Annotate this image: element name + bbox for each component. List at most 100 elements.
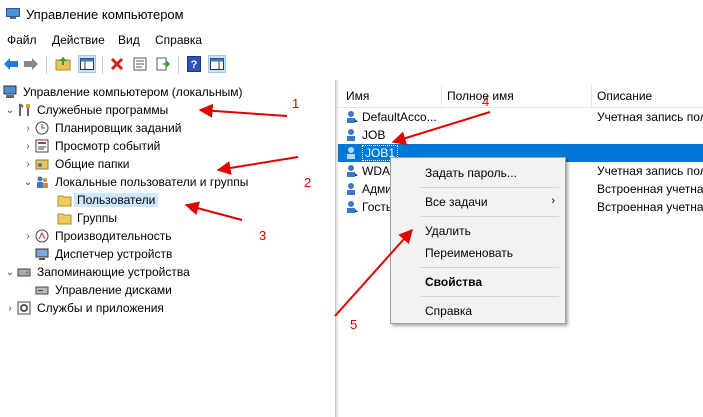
services-icon [16, 300, 32, 316]
user-name: WDA [362, 164, 390, 178]
device-manager-icon [34, 246, 50, 262]
title-bar: Управление компьютером [0, 0, 703, 30]
chevron-down-icon[interactable]: ⌄ [4, 267, 16, 278]
window-title: Управление компьютером [26, 7, 184, 22]
computer-management-icon [6, 8, 20, 19]
show-hide-tree-icon[interactable] [78, 55, 96, 73]
list-item[interactable]: JOB [338, 126, 703, 144]
clock-icon [34, 120, 50, 136]
user-name: JOB [362, 128, 386, 142]
chevron-down-icon[interactable]: ⌄ [4, 105, 16, 116]
user-icon [347, 111, 358, 123]
column-divider[interactable] [441, 85, 442, 107]
tree-item-device-manager[interactable]: Диспетчер устройств [34, 245, 172, 263]
menu-item-label: Переименовать [425, 246, 513, 260]
column-full-name[interactable]: Полное имя [447, 89, 514, 103]
menu-item-help[interactable]: Справка [391, 300, 565, 322]
menu-item-set-password[interactable]: Задать пароль... [391, 162, 565, 184]
chevron-right-icon[interactable]: › [22, 159, 34, 170]
user-icon [347, 201, 358, 213]
tree-item-groups[interactable]: Группы [56, 209, 117, 227]
user-description: Учетная запись пол [597, 164, 703, 178]
column-description[interactable]: Описание [597, 89, 652, 103]
menu-view[interactable]: Вид [118, 33, 140, 47]
properties-icon[interactable] [131, 55, 149, 73]
tree-item-system-tools[interactable]: ⌄ Служебные программы [4, 101, 168, 119]
toolbar-separator [178, 56, 179, 74]
menu-item-all-tasks[interactable]: Все задачи › [391, 191, 565, 213]
user-name: Адми [362, 182, 392, 196]
tree-item-performance[interactable]: › Производительность [22, 227, 171, 245]
annotation-number: 4 [482, 94, 490, 109]
column-name[interactable]: Имя [346, 89, 369, 103]
column-divider[interactable] [591, 85, 592, 107]
annotation-number: 5 [350, 317, 358, 332]
user-icon [347, 165, 358, 177]
back-arrow-icon[interactable] [2, 55, 20, 73]
folder-icon [56, 210, 72, 226]
user-name: Гость [362, 200, 393, 214]
tree-item-services-apps[interactable]: › Службы и приложения [4, 299, 164, 317]
menu-item-label: Удалить [425, 224, 471, 238]
help-icon[interactable]: ? [185, 55, 203, 73]
storage-icon [16, 264, 32, 280]
tree-label: Запоминающие устройства [37, 265, 190, 279]
chevron-right-icon[interactable]: › [22, 141, 34, 152]
users-icon [34, 174, 50, 190]
menu-item-label: Задать пароль... [425, 166, 517, 180]
tree-label: Пользователи [74, 193, 159, 207]
menu-separator [421, 216, 559, 217]
chevron-right-icon[interactable]: › [4, 303, 16, 314]
annotation-number: 2 [304, 175, 312, 190]
tree-item-event-viewer[interactable]: › Просмотр событий [22, 137, 160, 155]
navigation-tree: Управление компьютером (локальным) ⌄ Слу… [0, 80, 335, 417]
menu-help[interactable]: Справка [155, 33, 202, 47]
disk-icon [34, 282, 50, 298]
user-icon [347, 183, 355, 195]
tree-item-task-scheduler[interactable]: › Планировщик заданий [22, 119, 181, 137]
toolbar: ? [0, 52, 703, 78]
forward-arrow-icon[interactable] [22, 55, 40, 73]
menu-item-label: Справка [425, 304, 473, 318]
chevron-down-icon[interactable]: ⌄ [22, 177, 34, 188]
context-menu: Задать пароль... Все задачи › Удалить Пе… [390, 157, 566, 324]
tree-item-disk-management[interactable]: Управление дисками [34, 281, 172, 299]
tree-item-storage[interactable]: ⌄ Запоминающие устройства [4, 263, 190, 281]
chevron-right-icon[interactable]: › [22, 123, 34, 134]
menu-item-label: Все задачи [425, 195, 488, 209]
tree-item-shared-folders[interactable]: › Общие папки [22, 155, 129, 173]
folder-icon [56, 192, 72, 208]
action-pane-icon[interactable] [208, 55, 226, 73]
tree-label: Группы [77, 211, 117, 225]
menu-action[interactable]: Действие [52, 33, 105, 47]
menu-item-delete[interactable]: Удалить [391, 220, 565, 242]
menu-file[interactable]: Файл [7, 33, 37, 47]
performance-icon [34, 228, 50, 244]
chevron-right-icon[interactable]: › [22, 231, 34, 242]
export-list-icon[interactable] [154, 55, 172, 73]
tree-label: Локальные пользователи и группы [55, 175, 249, 189]
svg-text:?: ? [191, 59, 198, 71]
menu-item-rename[interactable]: Переименовать [391, 242, 565, 264]
computer-management-icon [2, 84, 18, 100]
tree-label: Службы и приложения [37, 301, 164, 315]
tree-item-local-users-groups[interactable]: ⌄ Локальные пользователи и группы [22, 173, 249, 191]
tree-label: Служебные программы [37, 103, 169, 117]
tree-root[interactable]: Управление компьютером (локальным) [2, 83, 243, 101]
tools-icon [16, 102, 32, 118]
list-item[interactable]: DefaultAcco... Учетная запись пол [338, 108, 703, 126]
user-description: Встроенная учетная [597, 182, 703, 196]
user-description: Встроенная учетная [597, 200, 703, 214]
shared-folder-icon [34, 156, 50, 172]
tree-label: Просмотр событий [55, 139, 161, 153]
up-folder-icon[interactable] [54, 55, 72, 73]
tree-label: Управление компьютером (локальным) [23, 85, 243, 99]
menu-separator [421, 187, 559, 188]
menu-bar: Файл Действие Вид Справка [0, 30, 703, 50]
menu-item-properties[interactable]: Свойства [391, 271, 565, 293]
tree-item-users[interactable]: Пользователи [56, 191, 159, 209]
list-header: Имя Полное имя Описание [338, 85, 703, 108]
tree-label: Диспетчер устройств [55, 247, 173, 261]
delete-icon[interactable] [108, 55, 126, 73]
event-viewer-icon [34, 138, 50, 154]
